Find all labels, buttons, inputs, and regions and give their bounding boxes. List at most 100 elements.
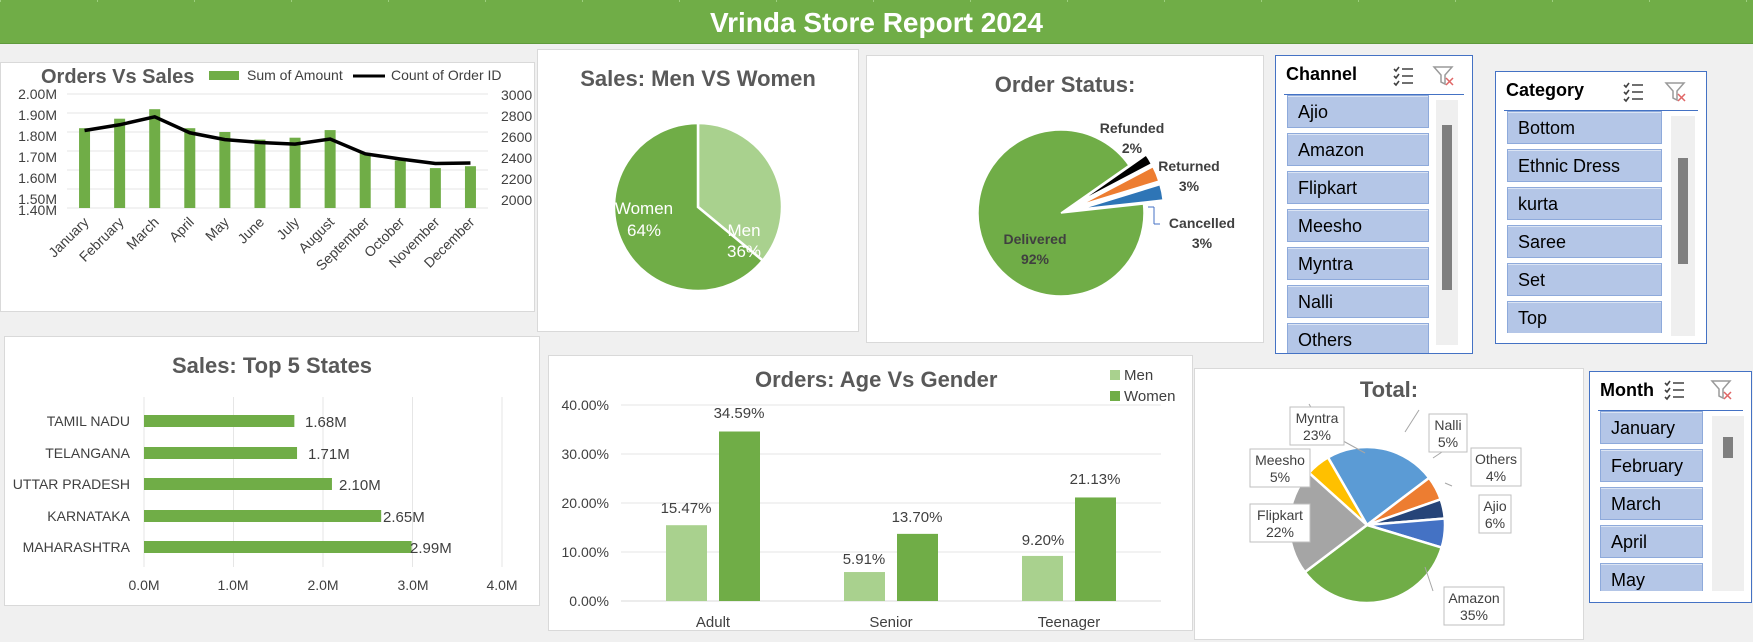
bar-amount[interactable] — [149, 109, 161, 208]
bar-men[interactable] — [666, 525, 707, 601]
bar-amount[interactable] — [394, 160, 406, 209]
data-label: 13.70% — [892, 509, 943, 526]
order-status-chart[interactable]: Order Status: Delivered 92% Refunded 2% … — [866, 55, 1264, 343]
y-tick: 1.70M — [18, 149, 57, 165]
slicer-item-january[interactable]: January — [1600, 411, 1703, 444]
pie-slice-delivered[interactable] — [977, 129, 1145, 297]
bar-amount[interactable] — [184, 128, 196, 208]
bar-state[interactable] — [144, 415, 295, 427]
y-tick: 20.00% — [562, 495, 609, 511]
slice-label: Cancelled — [1169, 215, 1235, 231]
slicer-item-top[interactable]: Top — [1507, 301, 1662, 333]
bar-amount[interactable] — [114, 118, 126, 208]
category-label: MAHARASHTRA — [23, 539, 131, 555]
bar-amount[interactable] — [464, 166, 476, 208]
slicer-title: Channel — [1286, 64, 1358, 84]
slice-label: 23% — [1303, 427, 1331, 443]
slice-label: 4% — [1486, 468, 1506, 484]
slice-label: 3% — [1192, 235, 1213, 251]
multi-select-icon[interactable] — [1621, 80, 1645, 104]
slicer-item-bottom[interactable]: Bottom — [1507, 111, 1662, 144]
top-states-chart[interactable]: Sales: Top 5 States TAMIL NADU TELANGANA… — [4, 336, 540, 606]
slicer-item-march[interactable]: March — [1600, 487, 1703, 520]
x-axis-months: JanuaryFebruaryMarch April May June JulyAugu… — [45, 214, 478, 274]
data-label: 2.99M — [410, 540, 452, 557]
bar-women[interactable] — [1075, 497, 1116, 601]
bar-amount[interactable] — [254, 139, 266, 208]
data-label: 15.47% — [661, 500, 712, 517]
y-tick: 40.00% — [562, 397, 609, 413]
x-tick: March — [123, 214, 162, 253]
multi-select-icon[interactable] — [1662, 378, 1686, 402]
slicer-items: January February March April May — [1590, 411, 1708, 591]
pie-slices — [1287, 445, 1447, 605]
slice-label: Myntra — [1296, 410, 1339, 426]
men-vs-women-chart[interactable]: Sales: Men VS Women Women 64% Men 36% — [537, 49, 859, 332]
gridlines — [67, 93, 488, 209]
slicer-item-ethnic-dress[interactable]: Ethnic Dress — [1507, 149, 1662, 182]
multi-select-icon[interactable] — [1391, 64, 1415, 88]
report-banner: Vrinda Store Report 2024 — [0, 0, 1753, 44]
y2-tick: 2800 — [501, 108, 532, 124]
scrollbar-thumb[interactable] — [1723, 437, 1733, 458]
slicer-item-amazon[interactable]: Amazon — [1287, 133, 1429, 166]
slicer-item-flipkart[interactable]: Flipkart — [1287, 171, 1429, 204]
bar-state[interactable] — [144, 478, 332, 490]
slicer-item-myntra[interactable]: Myntra — [1287, 247, 1429, 280]
slicer-item-nalli[interactable]: Nalli — [1287, 285, 1429, 318]
category-slicer[interactable]: Category Bottom Ethnic Dress kurta Saree… — [1495, 71, 1707, 344]
legend-swatch-men — [1110, 370, 1120, 380]
x-tick: 1.0M — [217, 577, 248, 593]
clear-filter-icon[interactable] — [1432, 64, 1456, 88]
slicer-item-ajio[interactable]: Ajio — [1287, 95, 1429, 128]
slicer-item-february[interactable]: February — [1600, 449, 1703, 482]
x-tick: 3.0M — [397, 577, 428, 593]
slicer-item-april[interactable]: April — [1600, 525, 1703, 558]
clear-filter-icon[interactable] — [1664, 80, 1688, 104]
slicer-item-others[interactable]: Others — [1287, 323, 1429, 353]
slicer-item-kurta[interactable]: kurta — [1507, 187, 1662, 220]
scrollbar-thumb[interactable] — [1678, 158, 1688, 264]
report-title: Vrinda Store Report 2024 — [709, 7, 1043, 38]
legend-swatch-amount — [209, 71, 239, 80]
slicer-item-saree[interactable]: Saree — [1507, 225, 1662, 258]
bar-women[interactable] — [897, 533, 938, 601]
men-women-pie: Women 64% Men 36% — [612, 121, 784, 293]
bar-state[interactable] — [144, 447, 298, 459]
category-label: Teenager — [1038, 614, 1101, 631]
slice-label: Nalli — [1434, 417, 1461, 433]
data-label: 2.10M — [339, 477, 381, 494]
orders-vs-sales-chart[interactable]: Orders Vs Sales Sum of Amount Count of O… — [0, 62, 535, 312]
slicer-item-may[interactable]: May — [1600, 563, 1703, 591]
bar-state[interactable] — [144, 541, 412, 553]
slicer-item-set[interactable]: Set — [1507, 263, 1662, 296]
scrollbar-thumb[interactable] — [1442, 125, 1452, 290]
bar-amount[interactable] — [429, 168, 441, 208]
slice-label: Refunded — [1100, 120, 1165, 136]
channel-slicer[interactable]: Channel Ajio Amazon Flipkart Meesho Mynt… — [1275, 55, 1473, 354]
slice-label: Delivered — [1003, 231, 1066, 247]
bar-men[interactable] — [844, 572, 885, 601]
bar-state[interactable] — [144, 510, 382, 522]
slicer-scrollbar[interactable] — [1712, 416, 1744, 591]
x-tick: 2.0M — [307, 577, 338, 593]
slice-label: Women — [615, 199, 673, 218]
total-chart[interactable]: Total: Myntra 23% Nalli 5% Others 4% Aji… — [1194, 368, 1584, 640]
legend-label-count: Count of Order ID — [391, 67, 502, 83]
slicer-item-meesho[interactable]: Meesho — [1287, 209, 1429, 242]
bar-men[interactable] — [1022, 555, 1063, 601]
age-vs-gender-chart[interactable]: Orders: Age Vs Gender Men Women 40.00% 3… — [548, 355, 1193, 631]
bar-women[interactable] — [719, 431, 760, 601]
bar-amount[interactable] — [359, 152, 371, 208]
slicer-scrollbar[interactable] — [1436, 100, 1458, 345]
bar-amount[interactable] — [219, 132, 231, 208]
month-slicer[interactable]: Month January February March April May — [1589, 371, 1752, 603]
slicer-scrollbar[interactable] — [1671, 116, 1695, 336]
y-tick: 1.40M — [18, 202, 57, 218]
slice-label: Returned — [1158, 158, 1219, 174]
bar-amount[interactable] — [79, 128, 91, 208]
data-label: 34.59% — [714, 405, 765, 422]
y-ticks: 40.00% 30.00% 20.00% 10.00% 0.00% — [562, 397, 609, 609]
clear-filter-icon[interactable] — [1710, 378, 1734, 402]
bar-amount[interactable] — [289, 137, 301, 208]
